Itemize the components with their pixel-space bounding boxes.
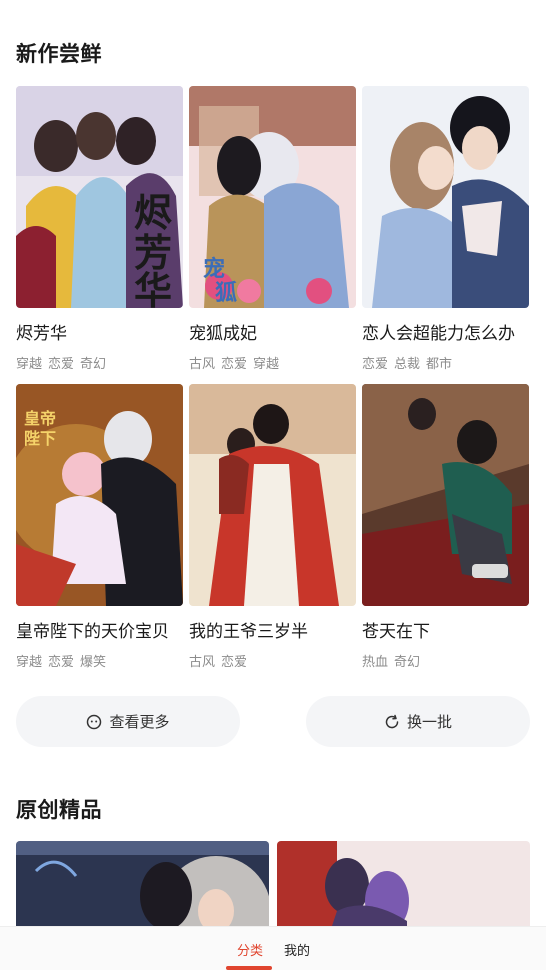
book-cover-image[interactable]: 皇帝 陛下 [16,384,183,606]
svg-text:陛下: 陛下 [24,429,56,448]
book-tag: 都市 [426,357,453,372]
book-tag: 穿越 [16,357,43,372]
book-title[interactable]: 苍天在下 [362,617,529,642]
svg-text:宠: 宠 [203,256,225,282]
book-tag: 穿越 [253,357,280,372]
svg-text:皇帝: 皇帝 [24,409,56,428]
book-tags: 穿越 恋爱 奇幻 [16,353,183,372]
book-tag: 恋爱 [362,357,389,372]
tab-category[interactable]: 分类 [237,940,263,959]
book-tags: 穿越 恋爱 爆笑 [16,651,183,670]
section-title-original: 原创精品 [16,798,102,822]
book-tag: 爆笑 [80,655,107,670]
svg-text:狐: 狐 [215,280,237,306]
book-tag: 恋爱 [221,655,248,670]
tab-mine[interactable]: 我的 [284,940,310,959]
book-cover-image[interactable] [189,384,356,606]
book-tag: 恋爱 [48,357,75,372]
book-tag: 奇幻 [80,357,107,372]
book-title[interactable]: 恋人会超能力怎么办 [362,319,529,344]
book-tags: 恋爱 总裁 都市 [362,353,529,372]
book-card[interactable]: 宠 狐 宠狐成妃 古风 恋爱 穿越 [189,86,356,384]
book-tag: 奇幻 [394,655,421,670]
book-tags: 热血 奇幻 [362,651,529,670]
book-card[interactable]: 皇帝 陛下 皇帝陛下的天价宝贝 穿越 恋爱 爆笑 [16,384,183,682]
book-title[interactable]: 烬芳华 [16,319,183,344]
book-card[interactable]: 烬 芳 华 烬芳华 穿越 恋爱 奇幻 [16,86,183,384]
book-card[interactable]: 我的王爷三岁半 古风 恋爱 [189,384,356,682]
bottom-tab-bar: 分类 我的 [0,926,546,970]
book-cover-image[interactable] [362,86,529,308]
book-cover-image[interactable]: 烬 芳 华 [16,86,183,308]
book-tags: 古风 恋爱 穿越 [189,353,356,372]
book-card[interactable]: 恋人会超能力怎么办 恋爱 总裁 都市 [362,86,529,384]
svg-text:烬: 烬 [134,190,172,235]
book-title[interactable]: 皇帝陛下的天价宝贝 [16,617,183,642]
view-more-button[interactable]: 查看更多 [16,696,240,747]
book-tag: 古风 [189,357,216,372]
active-tab-indicator [226,966,272,970]
book-tag: 总裁 [394,357,421,372]
book-cover-image[interactable]: 宠 狐 [189,86,356,308]
book-tag: 古风 [189,655,216,670]
svg-text:华: 华 [134,268,172,308]
refresh-icon [384,714,400,730]
smiley-icon [86,714,102,730]
book-tags: 古风 恋爱 [189,651,356,670]
refresh-batch-button[interactable]: 换一批 [306,696,530,747]
refresh-batch-label: 换一批 [406,713,452,731]
section-title-new: 新作尝鲜 [16,42,102,66]
new-books-grid: 烬 芳 华 烬芳华 穿越 恋爱 奇幻 宠 狐 宠狐成妃 古风 恋爱 穿越 恋人会… [16,86,530,682]
book-tag: 穿越 [16,655,43,670]
book-tag: 热血 [362,655,389,670]
book-card[interactable]: 苍天在下 热血 奇幻 [362,384,529,682]
book-tag: 恋爱 [221,357,248,372]
book-title[interactable]: 宠狐成妃 [189,319,356,344]
view-more-label: 查看更多 [109,713,170,731]
book-cover-image[interactable] [362,384,529,606]
book-tag: 恋爱 [48,655,75,670]
book-title[interactable]: 我的王爷三岁半 [189,617,356,642]
